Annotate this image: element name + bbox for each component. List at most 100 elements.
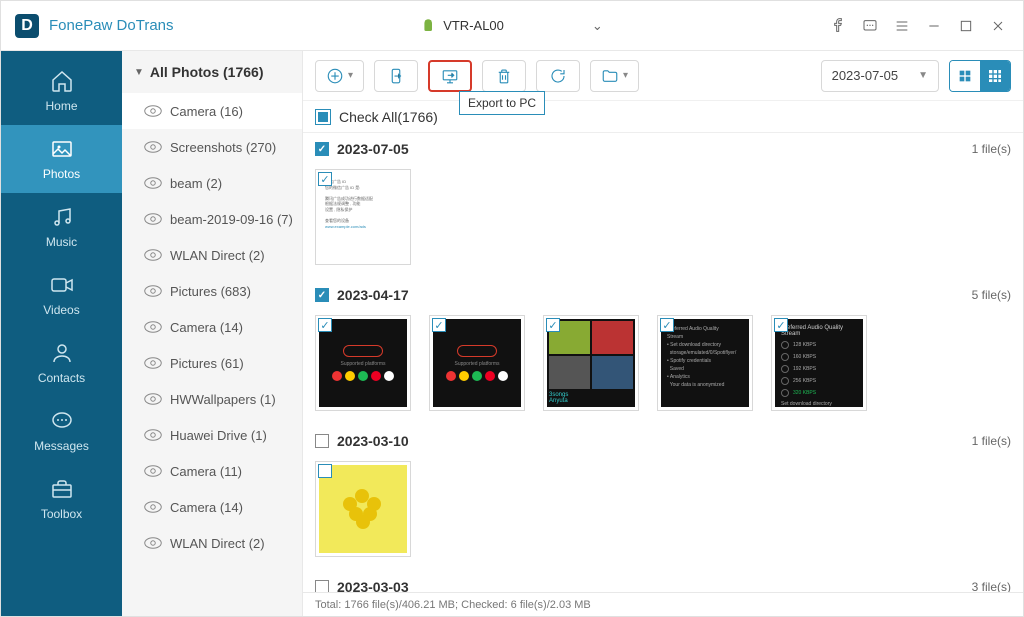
group-date: 2023-03-10	[337, 433, 409, 449]
photo-thumbnail[interactable]: Supported platforms	[429, 315, 525, 411]
date-group-header[interactable]: 2023-03-10 1 file(s)	[303, 425, 1023, 457]
device-name: VTR-AL00	[443, 18, 504, 33]
thumb-checkbox[interactable]	[318, 464, 332, 478]
photo-thumbnail[interactable]: Supported platforms	[315, 315, 411, 411]
view-list-button[interactable]	[950, 61, 980, 91]
photo-thumbnail[interactable]	[315, 461, 411, 557]
album-item[interactable]: Camera (14)	[122, 309, 302, 345]
nav-label: Toolbox	[41, 507, 82, 521]
album-label: Pictures (683)	[170, 284, 251, 299]
album-list: ▼ All Photos (1766) Camera (16)Screensho…	[122, 51, 303, 616]
thumb-checkbox[interactable]	[318, 318, 332, 332]
group-date: 2023-07-05	[337, 141, 409, 157]
group-checkbox[interactable]: ✓	[315, 288, 329, 302]
nav-label: Videos	[43, 303, 79, 317]
nav-toolbox[interactable]: Toolbox	[1, 465, 122, 533]
album-item[interactable]: beam (2)	[122, 165, 302, 201]
album-item[interactable]: WLAN Direct (2)	[122, 525, 302, 561]
thumb-checkbox[interactable]	[546, 318, 560, 332]
nav-videos[interactable]: Videos	[1, 261, 122, 329]
check-all-row[interactable]: Check All(1766)	[303, 101, 1023, 133]
album-item[interactable]: Camera (11)	[122, 453, 302, 489]
date-filter-label: 2023-07-05	[832, 68, 899, 83]
photos-icon	[50, 137, 74, 161]
thumbnail-row: 微信广告 ID您的微信广告 ID 是:腾讯广告成功进行数据适配根据法规调整 , …	[303, 165, 1023, 279]
date-group-header[interactable]: ✓ 2023-07-05 1 file(s)	[303, 133, 1023, 165]
album-label: Huawei Drive (1)	[170, 428, 267, 443]
photo-thumbnail[interactable]: Preferred Audio QualityStream128 KBPS160…	[771, 315, 867, 411]
album-item[interactable]: Pictures (61)	[122, 345, 302, 381]
thumb-checkbox[interactable]	[432, 318, 446, 332]
group-checkbox[interactable]	[315, 434, 329, 448]
album-item[interactable]: HWWallpapers (1)	[122, 381, 302, 417]
albums-header[interactable]: ▼ All Photos (1766)	[122, 51, 302, 93]
date-group-header[interactable]: 2023-03-03 3 file(s)	[303, 571, 1023, 592]
check-all-label: Check All(1766)	[339, 109, 438, 125]
album-label: Camera (11)	[170, 464, 242, 479]
album-item[interactable]: Pictures (683)	[122, 273, 302, 309]
photo-thumbnail[interactable]: 3songsAnyuta	[543, 315, 639, 411]
facebook-icon[interactable]	[829, 17, 847, 35]
caret-down-icon: ▾	[623, 70, 628, 81]
nav-home[interactable]: Home	[1, 57, 122, 125]
group-file-count: 3 file(s)	[972, 580, 1011, 592]
app-title: FonePaw DoTrans	[49, 17, 174, 34]
titlebar: D FonePaw DoTrans VTR-AL00 ⌄	[1, 1, 1023, 51]
album-label: Camera (14)	[170, 500, 243, 515]
date-filter-dropdown[interactable]: 2023-07-05 ▼	[821, 60, 939, 92]
album-item[interactable]: Camera (16)	[122, 93, 302, 129]
nav-music[interactable]: Music	[1, 193, 122, 261]
main-panel: ▾ ▾ Export to PC	[303, 51, 1023, 616]
view-grid-button[interactable]	[980, 61, 1010, 91]
nav-label: Contacts	[38, 371, 85, 385]
maximize-button[interactable]	[957, 17, 975, 35]
group-file-count: 5 file(s)	[972, 288, 1011, 302]
caret-down-icon: ▾	[348, 70, 353, 81]
checkbox-mixed-icon[interactable]	[315, 109, 331, 125]
nav-label: Music	[46, 235, 77, 249]
app-logo-icon: D	[15, 14, 39, 38]
group-file-count: 1 file(s)	[972, 434, 1011, 448]
group-checkbox[interactable]	[315, 580, 329, 592]
album-item[interactable]: beam-2019-09-16 (7)	[122, 201, 302, 237]
add-button[interactable]: ▾	[315, 60, 364, 92]
device-selector[interactable]: VTR-AL00 ⌄	[405, 12, 619, 40]
album-item[interactable]: Huawei Drive (1)	[122, 417, 302, 453]
feedback-icon[interactable]	[861, 17, 879, 35]
home-icon	[50, 69, 74, 93]
folder-button[interactable]: ▾	[590, 60, 639, 92]
group-file-count: 1 file(s)	[972, 142, 1011, 156]
thumbnail-row: Supported platformsSupported platforms3s…	[303, 311, 1023, 425]
group-date: 2023-03-03	[337, 579, 409, 592]
status-bar: Total: 1766 file(s)/406.21 MB; Checked: …	[303, 592, 1023, 616]
album-item[interactable]: WLAN Direct (2)	[122, 237, 302, 273]
refresh-button[interactable]	[536, 60, 580, 92]
videos-icon	[50, 273, 74, 297]
export-to-pc-button[interactable]	[428, 60, 472, 92]
thumb-checkbox[interactable]	[318, 172, 332, 186]
albums-header-label: All Photos (1766)	[150, 64, 264, 80]
date-group-header[interactable]: ✓ 2023-04-17 5 file(s)	[303, 279, 1023, 311]
thumb-checkbox[interactable]	[774, 318, 788, 332]
delete-button[interactable]	[482, 60, 526, 92]
group-checkbox[interactable]: ✓	[315, 142, 329, 156]
thumb-checkbox[interactable]	[660, 318, 674, 332]
nav-messages[interactable]: Messages	[1, 397, 122, 465]
nav-photos[interactable]: Photos	[1, 125, 122, 193]
messages-icon	[50, 409, 74, 433]
menu-icon[interactable]	[893, 17, 911, 35]
close-button[interactable]	[989, 17, 1007, 35]
export-to-device-button[interactable]	[374, 60, 418, 92]
album-item[interactable]: Screenshots (270)	[122, 129, 302, 165]
album-label: HWWallpapers (1)	[170, 392, 276, 407]
album-item[interactable]: Camera (14)	[122, 489, 302, 525]
album-label: WLAN Direct (2)	[170, 248, 265, 263]
group-date: 2023-04-17	[337, 287, 409, 303]
nav-label: Messages	[34, 439, 89, 453]
minimize-button[interactable]	[925, 17, 943, 35]
photo-thumbnail[interactable]: 微信广告 ID您的微信广告 ID 是:腾讯广告成功进行数据适配根据法规调整 , …	[315, 169, 411, 265]
caret-down-icon: ▼	[918, 70, 928, 81]
photo-thumbnail[interactable]: Preferred Audio QualityStream• Set downl…	[657, 315, 753, 411]
contacts-icon	[50, 341, 74, 365]
nav-contacts[interactable]: Contacts	[1, 329, 122, 397]
